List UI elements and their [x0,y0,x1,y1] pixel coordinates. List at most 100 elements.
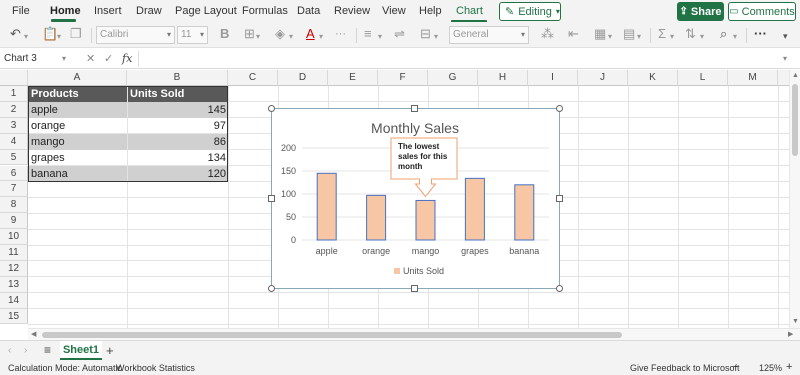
borders-dropdown-icon[interactable]: ▾ [256,30,260,44]
cancel-icon[interactable]: ✕ [86,52,95,65]
column-header[interactable]: C [228,70,278,86]
conditional-formatting-icon[interactable]: ▦ [594,27,606,41]
fill-color-dropdown-icon[interactable]: ▾ [289,30,293,44]
copy-icon[interactable]: ❐ [70,27,82,41]
resize-handle-top[interactable] [411,105,418,112]
tab-view[interactable]: View [382,5,406,17]
expand-formula-bar-icon[interactable]: ▾ [783,54,787,63]
tab-data[interactable]: Data [297,5,320,17]
column-header[interactable]: B [127,70,228,86]
chart-bar-orange[interactable] [366,194,387,241]
horizontal-scroll-thumb[interactable] [42,332,622,338]
table-cell-product[interactable]: apple [29,101,127,118]
calculation-mode-status[interactable]: Calculation Mode: Automatic [8,363,122,373]
share-button[interactable]: ⇪ Share [677,2,724,21]
number-format-icon[interactable]: ⁂ [541,27,554,41]
row-header[interactable]: 15 [0,308,28,325]
align-dropdown-icon[interactable]: ▾ [378,30,382,44]
tab-insert[interactable]: Insert [94,5,122,17]
find-dropdown-icon[interactable]: ▾ [733,30,737,44]
table-cell-product[interactable]: mango [29,133,127,150]
merge-icon[interactable]: ⊟ [420,27,431,41]
row-header[interactable]: 11 [0,245,28,261]
find-icon[interactable]: ⌕ [720,27,727,41]
horizontal-scrollbar[interactable]: ◀ ▶ [28,328,800,340]
sort-filter-dropdown-icon[interactable]: ▾ [700,30,704,44]
chart-bar-mango[interactable] [415,199,436,241]
row-header[interactable]: 10 [0,229,28,245]
undo-icon[interactable]: ↶ [10,27,21,41]
resize-handle-bottom[interactable] [411,285,418,292]
enter-icon[interactable]: ✓ [104,52,113,65]
row-header[interactable]: 9 [0,213,28,230]
name-box-dropdown-icon[interactable]: ▾ [62,54,66,63]
column-header[interactable]: E [328,70,378,86]
format-as-table-dropdown-icon[interactable]: ▾ [637,30,641,44]
table-header-products[interactable]: Products [29,86,127,102]
resize-handle-bottom-right[interactable] [556,285,563,292]
tab-help[interactable]: Help [419,5,442,17]
editing-mode-button[interactable]: ✎ Editing ▾ [499,2,561,21]
add-sheet-icon[interactable]: + [106,343,114,358]
resize-handle-right[interactable] [556,195,563,202]
decrease-decimal-icon[interactable]: ⇤ [568,27,579,41]
resize-handle-left[interactable] [268,195,275,202]
row-header[interactable]: 7 [0,181,28,198]
column-header[interactable]: K [628,70,678,86]
borders-icon[interactable]: ⊞ [244,27,255,41]
row-header[interactable]: 1 [0,86,28,102]
table-cell-product[interactable]: orange [29,118,127,134]
paste-dropdown-icon[interactable]: ▾ [57,30,61,44]
bold-icon[interactable]: B [220,27,229,41]
table-header-units-sold[interactable]: Units Sold [128,86,228,102]
row-header[interactable]: 6 [0,165,28,182]
table-cell-product[interactable]: grapes [29,150,127,166]
more-font-options-icon[interactable]: ··· [335,27,346,41]
row-header[interactable]: 12 [0,260,28,277]
conditional-formatting-dropdown-icon[interactable]: ▾ [608,30,612,44]
chart-object[interactable]: Monthly Sales 0 50 100 150 200 apple orange ma… [271,108,560,289]
column-header[interactable]: G [428,70,478,86]
tab-home[interactable]: Home [50,5,81,17]
autosum-icon[interactable]: Σ [658,27,666,41]
zoom-in-button[interactable]: + [786,361,792,373]
more-options-icon[interactable]: ··· [754,27,767,41]
row-header[interactable]: 14 [0,292,28,309]
row-header[interactable]: 2 [0,101,28,118]
all-sheets-menu-icon[interactable]: ≡ [44,343,51,357]
resize-handle-top-right[interactable] [556,105,563,112]
align-icon[interactable]: ≡ [364,27,372,41]
column-header[interactable]: F [378,70,428,86]
table-cell-units[interactable]: 86 [128,133,228,150]
table-cell-units[interactable]: 97 [128,118,228,134]
fx-icon[interactable]: fx [122,52,132,65]
font-color-dropdown-icon[interactable]: ▾ [319,30,323,44]
scroll-up-icon[interactable]: ▲ [792,72,799,79]
autosum-dropdown-icon[interactable]: ▾ [670,30,674,44]
select-all-corner[interactable] [0,70,28,86]
undo-dropdown-icon[interactable]: ▾ [24,30,28,44]
chart-title[interactable]: Monthly Sales [371,120,459,136]
resize-handle-top-left[interactable] [268,105,275,112]
scroll-down-icon[interactable]: ▼ [792,318,799,325]
sheet-tab-sheet1[interactable]: Sheet1 [60,341,102,360]
row-header[interactable]: 3 [0,117,28,134]
next-sheet-icon[interactable]: › [24,345,27,356]
tab-file[interactable]: File [12,5,30,17]
scroll-left-icon[interactable]: ◀ [31,330,36,338]
wrap-text-icon[interactable]: ⇌ [394,27,405,41]
column-header[interactable]: L [678,70,728,86]
zoom-level[interactable]: 125% [759,363,782,373]
paste-icon[interactable]: 📋 [42,27,58,41]
tab-review[interactable]: Review [334,5,370,17]
vertical-scrollbar[interactable]: ▲ ▼ [789,70,800,328]
resize-handle-bottom-left[interactable] [268,285,275,292]
column-header[interactable]: A [28,70,127,86]
table-cell-units[interactable]: 145 [128,101,228,118]
fill-color-icon[interactable]: ◈ [275,27,285,41]
font-name-dropdown[interactable]: Calibri ▾ [96,26,175,44]
column-header[interactable]: D [278,70,328,86]
prev-sheet-icon[interactable]: ‹ [8,345,11,356]
font-color-icon[interactable]: A [306,27,315,41]
merge-dropdown-icon[interactable]: ▾ [434,30,438,44]
